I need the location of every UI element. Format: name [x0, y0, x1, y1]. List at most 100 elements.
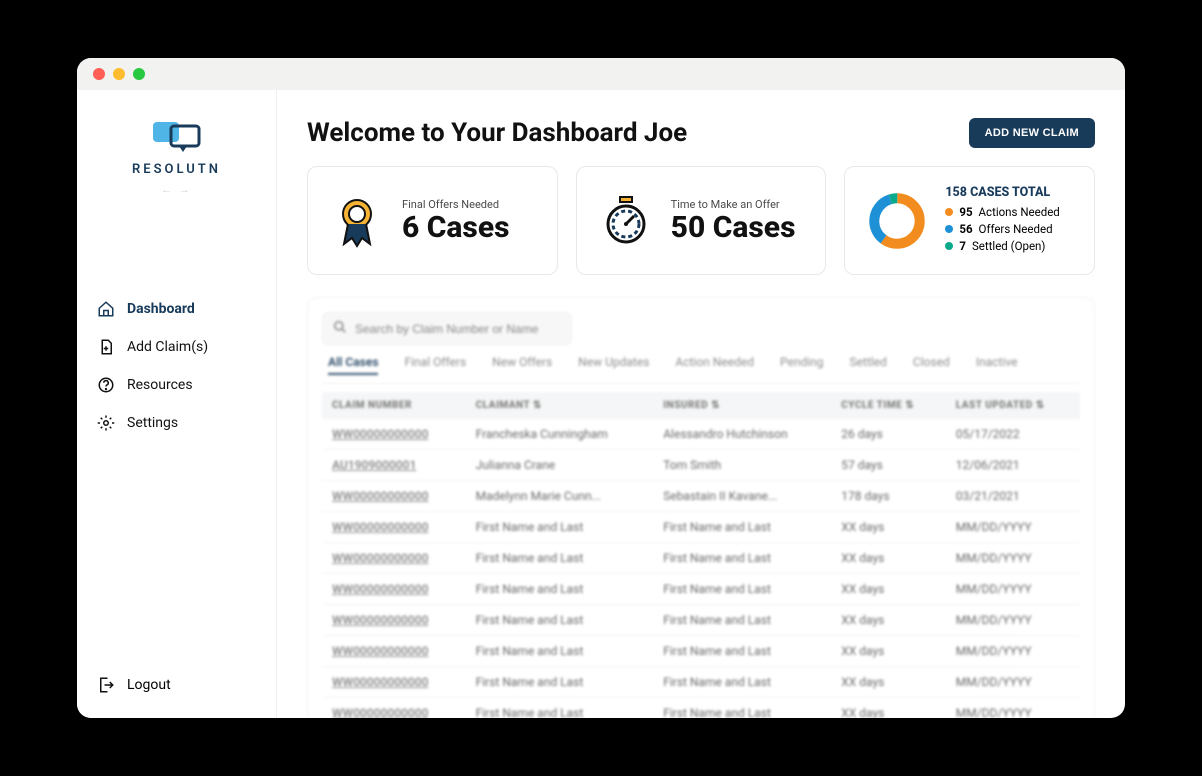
tab-final-offers[interactable]: Final Offers [404, 355, 466, 375]
column-header[interactable]: CLAIMANT ⇅ [466, 392, 654, 419]
claims-table-area: All Cases Final Offers New Offers New Updat… [307, 297, 1095, 718]
table-row[interactable]: WW00000000000First Name and LastFirst Na… [322, 698, 1080, 719]
tab-closed[interactable]: Closed [913, 355, 950, 375]
sidebar-item-add-claims[interactable]: Add Claim(s) [97, 338, 256, 356]
search-box[interactable] [322, 312, 572, 345]
sidebar: RESOLUTN ← → Dashboard Add Claim(s) [77, 90, 277, 718]
insured-cell: First Name and Last [653, 698, 831, 719]
claimant-cell: Francheska Cunningham [466, 419, 654, 450]
insured-cell: First Name and Last [653, 636, 831, 667]
ribbon-icon [330, 194, 384, 248]
stat-card-make-offer: Time to Make an Offer 50 Cases [576, 166, 827, 275]
claim-number-cell[interactable]: WW00000000000 [322, 512, 466, 543]
updated-cell: MM/DD/YYYY [946, 636, 1080, 667]
updated-cell: MM/DD/YYYY [946, 512, 1080, 543]
table-row[interactable]: WW00000000000First Name and LastFirst Na… [322, 574, 1080, 605]
minimize-icon[interactable] [113, 68, 125, 80]
titlebar [77, 58, 1125, 90]
insured-cell: First Name and Last [653, 574, 831, 605]
page-title: Welcome to Your Dashboard Joe [307, 118, 687, 148]
stat-card-final-offers: Final Offers Needed 6 Cases [307, 166, 558, 275]
table-row[interactable]: WW00000000000First Name and LastFirst Na… [322, 543, 1080, 574]
updated-cell: 03/21/2021 [946, 481, 1080, 512]
sidebar-item-resources[interactable]: Resources [97, 376, 256, 394]
cycle-cell: XX days [831, 698, 946, 719]
claim-number-cell[interactable]: WW00000000000 [322, 543, 466, 574]
sidebar-item-label: Dashboard [127, 301, 195, 317]
insured-cell: First Name and Last [653, 667, 831, 698]
claim-number-cell[interactable]: AU1909000001 [322, 450, 466, 481]
column-header[interactable]: INSURED ⇅ [653, 392, 831, 419]
claims-table: CLAIM NUMBERCLAIMANT ⇅INSURED ⇅CYCLE TIM… [322, 392, 1080, 718]
logo: RESOLUTN ← → [77, 120, 276, 196]
table-row[interactable]: WW00000000000First Name and LastFirst Na… [322, 667, 1080, 698]
insured-cell: First Name and Last [653, 543, 831, 574]
table-row[interactable]: WW00000000000Madelynn Marie Cunn...Sebas… [322, 481, 1080, 512]
updated-cell: 12/06/2021 [946, 450, 1080, 481]
claimant-cell: Madelynn Marie Cunn... [466, 481, 654, 512]
claimant-cell: First Name and Last [466, 667, 654, 698]
sidebar-item-dashboard[interactable]: Dashboard [97, 300, 256, 318]
cycle-cell: XX days [831, 636, 946, 667]
claim-number-cell[interactable]: WW00000000000 [322, 698, 466, 719]
claimant-cell: First Name and Last [466, 698, 654, 719]
claimant-cell: First Name and Last [466, 543, 654, 574]
tab-inactive[interactable]: Inactive [976, 355, 1018, 375]
insured-cell: First Name and Last [653, 605, 831, 636]
table-row[interactable]: AU1909000001Julianna CraneTom Smith57 da… [322, 450, 1080, 481]
claim-number-cell[interactable]: WW00000000000 [322, 574, 466, 605]
updated-cell: MM/DD/YYYY [946, 605, 1080, 636]
tab-action-needed[interactable]: Action Needed [675, 355, 754, 375]
updated-cell: 05/17/2022 [946, 419, 1080, 450]
claimant-cell: First Name and Last [466, 605, 654, 636]
gear-icon [97, 414, 115, 432]
cycle-cell: XX days [831, 605, 946, 636]
column-header[interactable]: LAST UPDATED ⇅ [946, 392, 1080, 419]
nav: Dashboard Add Claim(s) Resources [77, 300, 276, 432]
table-row[interactable]: WW00000000000First Name and LastFirst Na… [322, 636, 1080, 667]
search-input[interactable] [355, 322, 561, 336]
tab-settled[interactable]: Settled [850, 355, 887, 375]
column-header[interactable]: CLAIM NUMBER [322, 392, 466, 419]
table-row[interactable]: WW00000000000First Name and LastFirst Na… [322, 512, 1080, 543]
column-header[interactable]: CYCLE TIME ⇅ [831, 392, 946, 419]
main: Welcome to Your Dashboard Joe ADD NEW CL… [277, 90, 1125, 718]
tab-new-updates[interactable]: New Updates [578, 355, 649, 375]
insured-cell: Sebastain II Kavane... [653, 481, 831, 512]
tab-new-offers[interactable]: New Offers [492, 355, 552, 375]
filter-tabs: All Cases Final Offers New Offers New Updat… [322, 355, 1080, 384]
close-icon[interactable] [93, 68, 105, 80]
sidebar-item-label: Add Claim(s) [127, 339, 208, 355]
app-window: RESOLUTN ← → Dashboard Add Claim(s) [77, 58, 1125, 718]
stopwatch-icon [599, 194, 653, 248]
claim-number-cell[interactable]: WW00000000000 [322, 419, 466, 450]
claim-number-cell[interactable]: WW00000000000 [322, 481, 466, 512]
tab-pending[interactable]: Pending [780, 355, 824, 375]
logout-button[interactable]: Logout [97, 676, 256, 694]
claim-number-cell[interactable]: WW00000000000 [322, 605, 466, 636]
legend-dot-icon [945, 225, 953, 233]
legend-dot-icon [945, 208, 953, 216]
table-row[interactable]: WW00000000000First Name and LastFirst Na… [322, 605, 1080, 636]
document-add-icon [97, 338, 115, 356]
claimant-cell: Julianna Crane [466, 450, 654, 481]
insured-cell: Alessandro Hutchinson [653, 419, 831, 450]
table-row[interactable]: WW00000000000Francheska CunninghamAlessa… [322, 419, 1080, 450]
cycle-cell: 178 days [831, 481, 946, 512]
maximize-icon[interactable] [133, 68, 145, 80]
claim-number-cell[interactable]: WW00000000000 [322, 636, 466, 667]
claim-number-cell[interactable]: WW00000000000 [322, 667, 466, 698]
cycle-cell: 26 days [831, 419, 946, 450]
cycle-cell: XX days [831, 512, 946, 543]
add-new-claim-button[interactable]: ADD NEW CLAIM [969, 118, 1095, 148]
tab-all-cases[interactable]: All Cases [328, 355, 378, 375]
logout-icon [97, 676, 115, 694]
logo-icon [149, 120, 205, 156]
collapse-icon[interactable]: ← → [77, 183, 276, 196]
help-icon [97, 376, 115, 394]
updated-cell: MM/DD/YYYY [946, 698, 1080, 719]
updated-cell: MM/DD/YYYY [946, 574, 1080, 605]
sidebar-item-settings[interactable]: Settings [97, 414, 256, 432]
insured-cell: Tom Smith [653, 450, 831, 481]
claimant-cell: First Name and Last [466, 574, 654, 605]
